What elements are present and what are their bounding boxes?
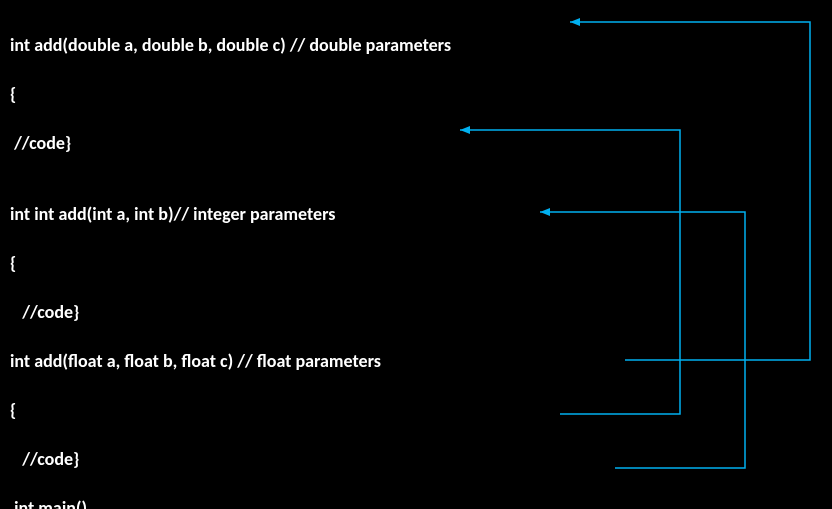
code-line: //code} [10, 299, 504, 326]
code-line: //code} [10, 130, 504, 157]
code-line: int int add(int a, int b)// integer para… [10, 201, 504, 228]
code-block: int add(double a, double b, double c) //… [10, 10, 504, 509]
code-line: int add(double a, double b, double c) //… [10, 32, 504, 59]
code-line: //code} [10, 446, 504, 473]
code-line: int add(float a, float b, float c) // fl… [10, 348, 504, 375]
code-line: { [10, 81, 504, 108]
token: // integer parameters [174, 203, 336, 225]
token: int add(int a, int b) [34, 203, 173, 225]
token: int [10, 203, 34, 225]
code-line: { [10, 397, 504, 424]
code-line: { [10, 250, 504, 277]
code-line: int main() [10, 495, 504, 509]
